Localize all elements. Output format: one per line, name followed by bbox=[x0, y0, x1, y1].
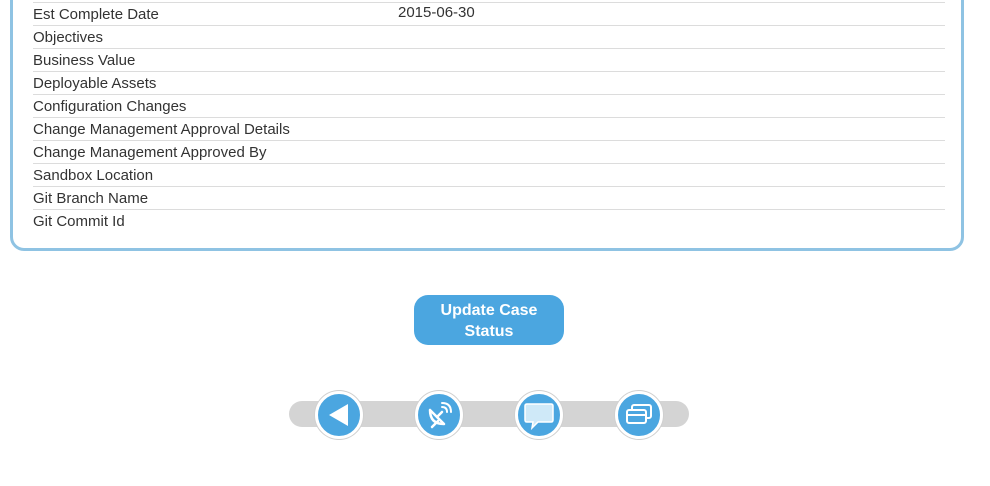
detail-row-git-branch-name: Git Branch Name bbox=[33, 186, 945, 209]
detail-row-objectives: Objectives bbox=[33, 25, 945, 48]
detail-label: Sandbox Location bbox=[33, 167, 154, 184]
back-arrow-icon bbox=[329, 404, 348, 426]
comments-button[interactable] bbox=[515, 391, 563, 439]
detail-row-deployable-assets: Deployable Assets bbox=[33, 71, 945, 94]
detail-row-configuration-changes: Configuration Changes bbox=[33, 94, 945, 117]
detail-row-est-complete-date: Est Complete Date 2015-06-30 bbox=[33, 2, 945, 25]
detail-row-git-commit-id: Git Commit Id bbox=[33, 209, 945, 232]
chat-bubble-icon bbox=[524, 403, 554, 431]
update-button-label-line2: Status bbox=[464, 323, 514, 340]
detail-label: Est Complete Date bbox=[33, 6, 159, 23]
detail-row-change-management-approval-details: Change Management Approval Details bbox=[33, 117, 945, 140]
detail-label: Deployable Assets bbox=[33, 75, 157, 92]
detail-label: Objectives bbox=[33, 29, 104, 46]
update-case-status-button[interactable]: Update Case Status bbox=[414, 295, 564, 345]
detail-label: Configuration Changes bbox=[33, 98, 187, 115]
update-button-label-line1: Update Case bbox=[440, 302, 538, 319]
cards-icon bbox=[626, 404, 652, 424]
detail-label: Git Branch Name bbox=[33, 190, 149, 207]
satellite-dish-icon bbox=[428, 402, 452, 429]
detail-label: Change Management Approval Details bbox=[33, 121, 290, 138]
detail-row-business-value: Business Value bbox=[33, 48, 945, 71]
back-button[interactable] bbox=[315, 391, 363, 439]
detail-label: Git Commit Id bbox=[33, 213, 125, 230]
detail-row-change-management-approved-by: Change Management Approved By bbox=[33, 140, 945, 163]
broadcast-button[interactable] bbox=[415, 391, 463, 439]
detail-row-sandbox-location: Sandbox Location bbox=[33, 163, 945, 186]
detail-value: 2015-06-30 bbox=[398, 4, 475, 21]
detail-label: Change Management Approved By bbox=[33, 144, 267, 161]
detail-label: Business Value bbox=[33, 52, 136, 69]
case-details-table: Est Complete Date 2015-06-30 Objectives … bbox=[33, 2, 945, 232]
cards-button[interactable] bbox=[615, 391, 663, 439]
